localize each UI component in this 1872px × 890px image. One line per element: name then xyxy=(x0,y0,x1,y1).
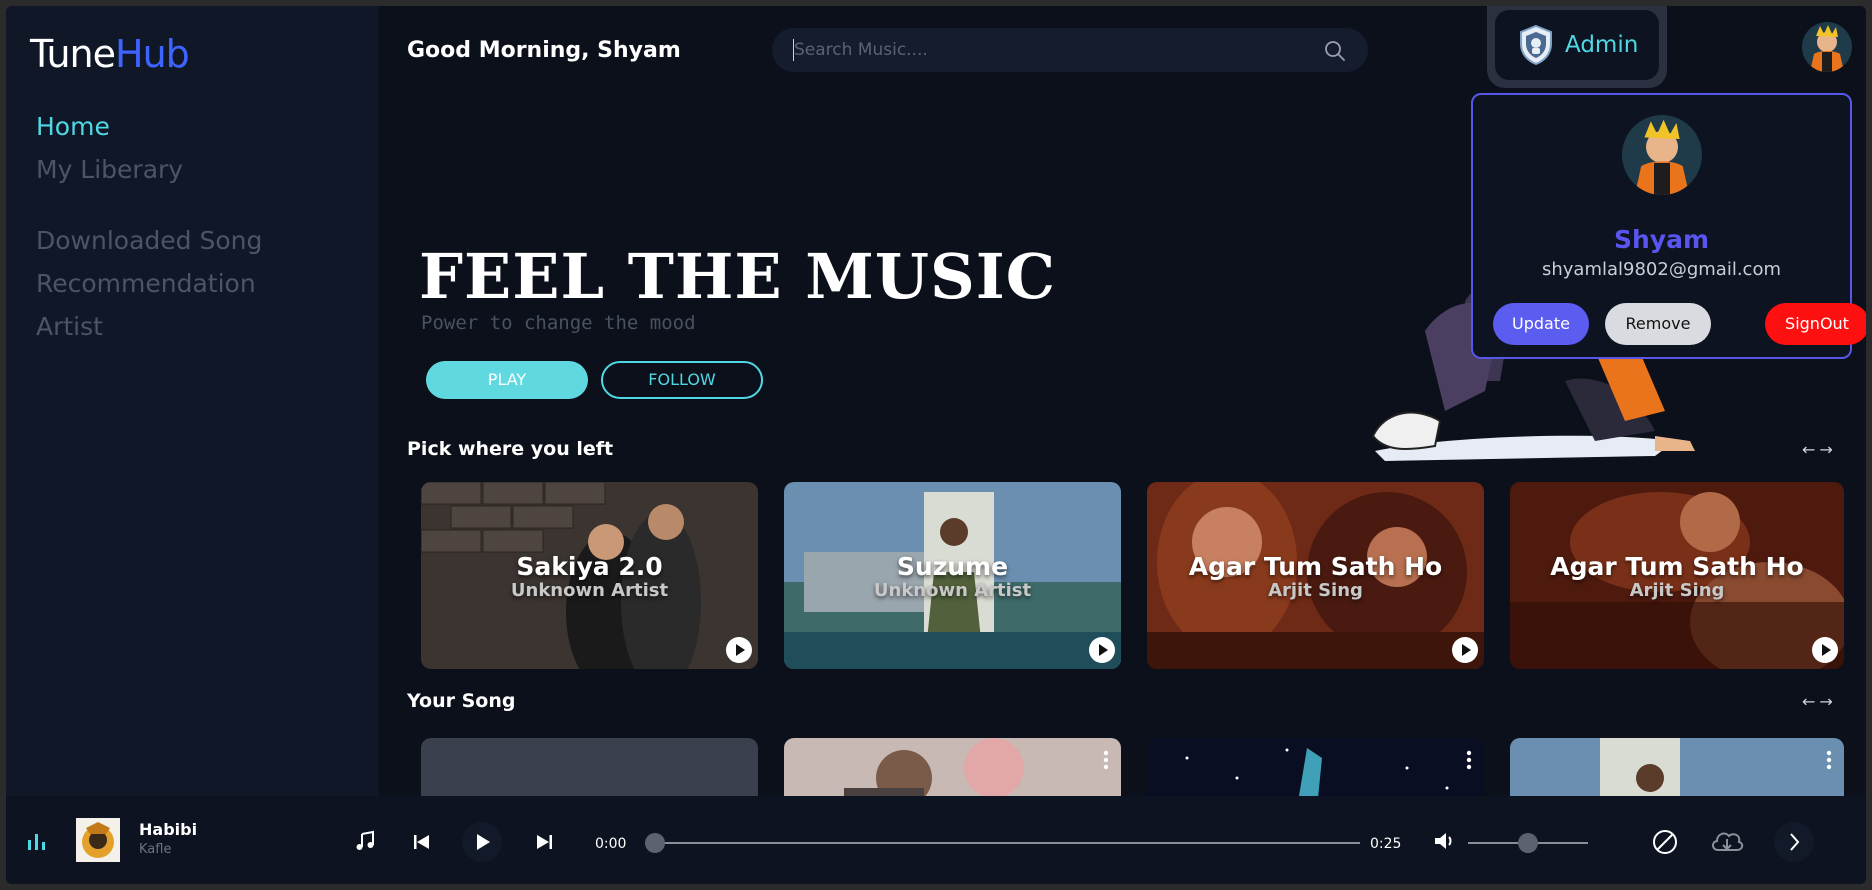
play-icon xyxy=(477,834,490,850)
profile-name: Shyam xyxy=(1613,225,1710,254)
avatar-image xyxy=(1622,115,1702,195)
play-icon[interactable] xyxy=(1452,637,1478,663)
user-avatar[interactable] xyxy=(1802,22,1852,72)
card-artist: Arjit Sing xyxy=(1268,580,1363,601)
avatar-image xyxy=(1802,22,1852,72)
card-artist: Unknown Artist xyxy=(510,580,669,601)
play-icon[interactable] xyxy=(726,637,752,663)
app-logo[interactable]: TuneHub xyxy=(30,32,190,76)
card-title: Agar Tum Sath Ho xyxy=(1550,552,1804,581)
card-title: Sakiya 2.0 xyxy=(516,552,663,581)
section-title-your-song: Your Song xyxy=(407,690,516,712)
logo-text-hub: Hub xyxy=(115,32,190,76)
volume-knob[interactable] xyxy=(1518,833,1538,853)
sidebar-item-home[interactable]: Home xyxy=(36,112,110,141)
next-track-icon[interactable] xyxy=(535,833,553,851)
play-button[interactable] xyxy=(462,822,502,862)
music-note-icon[interactable] xyxy=(354,830,376,852)
search-input[interactable]: Search Music.... xyxy=(794,40,928,60)
track-artist: Kafle xyxy=(139,842,172,857)
track-title: Habibi xyxy=(139,820,198,839)
more-options-icon[interactable] xyxy=(1826,750,1832,770)
sidebar-item-downloaded-song[interactable]: Downloaded Song xyxy=(36,226,262,255)
sidebar-item-artist[interactable]: Artist xyxy=(36,312,103,341)
previous-track-icon[interactable] xyxy=(413,833,431,851)
recent-card-2[interactable]: Suzume Unknown Artist xyxy=(784,482,1121,669)
hero-title: FEEL THE MUSIC xyxy=(419,240,1057,313)
search-icon[interactable] xyxy=(1324,40,1346,62)
admin-button[interactable]: Admin xyxy=(1495,10,1659,80)
update-button[interactable]: Update xyxy=(1493,303,1589,345)
profile-popup: Shyam shyamlal9802@gmail.com Update Remo… xyxy=(1471,93,1866,359)
hero-play-button[interactable]: PLAY xyxy=(426,361,588,399)
section-title-pick: Pick where you left xyxy=(407,438,614,460)
more-options-icon[interactable] xyxy=(1466,750,1472,770)
progress-bar[interactable] xyxy=(655,842,1360,844)
block-icon[interactable] xyxy=(1652,829,1678,855)
sidebar: TuneHub Home My Liberary Downloaded Song… xyxy=(6,6,379,796)
app-window: TuneHub Home My Liberary Downloaded Song… xyxy=(6,6,1866,884)
recent-card-1[interactable]: Sakiya 2.0 Unknown Artist xyxy=(421,482,758,669)
hero-subtitle: Power to change the mood xyxy=(421,312,696,334)
card-artist: Arjit Sing xyxy=(1629,580,1725,601)
card-title: Suzume xyxy=(896,552,1009,581)
profile-email: shyamlal9802@gmail.com xyxy=(1541,259,1781,280)
admin-tab: Admin xyxy=(1487,6,1667,88)
shield-icon xyxy=(1520,24,1552,66)
hero-follow-button[interactable]: FOLLOW xyxy=(601,361,763,399)
progress-knob[interactable] xyxy=(645,833,665,853)
greeting: Good Morning, Shyam xyxy=(407,38,681,63)
current-time: 0:00 xyxy=(595,836,627,852)
profile-avatar xyxy=(1622,115,1702,195)
signout-button[interactable]: SignOut xyxy=(1765,303,1866,345)
equalizer-icon xyxy=(28,834,45,850)
player-bar: Habibi Kafle 0:00 0:25 xyxy=(6,796,1866,884)
duration: 0:25 xyxy=(1370,836,1402,852)
track-artwork xyxy=(76,818,120,862)
album-art xyxy=(76,818,120,862)
recent-card-4[interactable]: Agar Tum Sath Ho Arjit Sing xyxy=(1510,482,1844,669)
your-song-nav-arrows[interactable]: ←→ xyxy=(1802,692,1837,711)
chevron-right-icon xyxy=(1790,833,1800,851)
sidebar-item-my-library[interactable]: My Liberary xyxy=(36,155,183,184)
sidebar-item-recommendation[interactable]: Recommendation xyxy=(36,269,256,298)
volume-icon[interactable] xyxy=(1433,830,1457,852)
play-icon[interactable] xyxy=(1089,637,1115,663)
recent-card-3[interactable]: Agar Tum Sath Ho Arjit Sing xyxy=(1147,482,1484,669)
logo-text-tune: Tune xyxy=(30,32,116,76)
card-artist: Unknown Artist xyxy=(873,580,1032,601)
play-icon[interactable] xyxy=(1812,637,1838,663)
download-icon[interactable] xyxy=(1709,828,1745,854)
admin-label: Admin xyxy=(1565,32,1639,58)
search-bar[interactable]: Search Music.... xyxy=(772,28,1368,72)
pick-nav-arrows[interactable]: ←→ xyxy=(1802,440,1837,459)
expand-button[interactable] xyxy=(1774,822,1814,862)
more-options-icon[interactable] xyxy=(1103,750,1109,770)
remove-button[interactable]: Remove xyxy=(1605,303,1711,345)
card-title: Agar Tum Sath Ho xyxy=(1188,552,1443,581)
